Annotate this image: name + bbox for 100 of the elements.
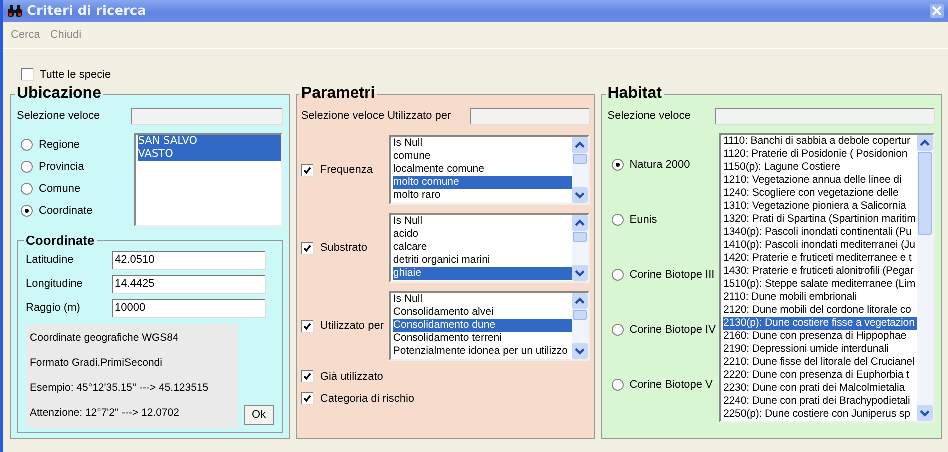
checkbox[interactable] (21, 68, 34, 81)
list-item[interactable]: 1150(p): Lagune Costiere (723, 161, 917, 174)
ok-button[interactable]: Ok (244, 405, 274, 425)
list-item[interactable]: molto raro (393, 189, 572, 202)
list-box[interactable]: Is Null comune localmente comune molto comune molto raro (389, 135, 590, 205)
field-label: Raggio (m) (26, 302, 82, 314)
list-item[interactable]: 1110: Banchi di sabbia a debole copertur (723, 135, 917, 148)
list-item[interactable]: 2230: Dune con prati dei Malcolmietalia (723, 382, 917, 395)
list-item[interactable]: 1340(p): Pascoli inondati continentali (Pu (723, 226, 917, 239)
list-item[interactable]: acido (393, 228, 572, 241)
radio-button[interactable] (612, 269, 624, 281)
list-item[interactable]: 2110: Dune mobili embrionali (723, 291, 917, 304)
list-item[interactable]: Is Null (393, 293, 572, 306)
input-field[interactable] (131, 108, 284, 124)
list-item[interactable]: Consolidamento dune (393, 319, 572, 332)
panel-title: Ubicazione (16, 85, 102, 103)
scroll-thumb[interactable] (572, 310, 587, 320)
checkbox[interactable] (301, 370, 314, 383)
field-label: Latitudine (26, 254, 75, 266)
field-label: Selezione veloce (17, 110, 100, 122)
panel-title: Habitat (606, 85, 663, 103)
input-field[interactable] (470, 108, 590, 124)
checkbox[interactable] (301, 164, 314, 176)
window-title: Criteri di ricerca (27, 4, 146, 18)
radio-button[interactable] (21, 183, 33, 195)
checkbox-label: Già utilizzato (320, 370, 384, 382)
list-item[interactable]: 1310: Vegetazione pioniera a Salicornia (723, 200, 917, 213)
list-box[interactable]: Is Null acido calcare detriti organici marini ghiaie (389, 213, 590, 283)
radio-label: Coordinate (39, 205, 93, 217)
radio-button[interactable] (612, 379, 624, 391)
close-icon[interactable] (930, 4, 944, 18)
scroll-down-icon (572, 265, 588, 281)
list-item[interactable]: 2210: Dune fisse del litorale del Crucianel (723, 356, 917, 369)
list-item[interactable]: 2220: Dune con presenza di Euphorbia t (723, 369, 917, 382)
list-item[interactable]: SAN SALVO (138, 135, 282, 148)
input-field[interactable] (715, 108, 935, 124)
list-item[interactable]: detriti organici marini (393, 254, 572, 267)
scroll-thumb[interactable] (918, 152, 932, 236)
checkbox-label: Substrato (320, 242, 368, 254)
checkbox[interactable] (301, 320, 314, 332)
list-item[interactable]: 2130(p): Dune costiere fisse a vegetazion (723, 317, 917, 330)
list-item[interactable]: Consolidamento terreni (393, 332, 572, 345)
list-item[interactable]: Potenzialmente idonea per un utilizzo (393, 345, 572, 358)
radio-button[interactable] (21, 205, 33, 217)
scroll-down-icon (572, 187, 588, 203)
scroll-up-icon (572, 137, 588, 153)
list-item[interactable]: 2120: Dune mobili del cordone litorale co (723, 304, 917, 317)
list-item[interactable]: localmente comune (393, 163, 572, 176)
list-item[interactable]: 1510(p): Steppe salate mediterranee (Lim (723, 278, 917, 291)
scroll-thumb[interactable] (572, 232, 587, 242)
scroll-up-icon (572, 215, 588, 231)
radio-label: Provincia (39, 161, 84, 173)
list-box[interactable]: SAN SALVO VASTO (134, 133, 284, 227)
list-item[interactable]: VASTO (138, 148, 282, 161)
input-field[interactable]: 10000 (112, 298, 266, 318)
scroll-down-icon (572, 343, 588, 359)
list-item[interactable]: 2240: Dune con prati dei Brachypodietali (723, 395, 917, 408)
radio-label: Eunis (630, 214, 658, 226)
checkbox[interactable] (301, 242, 314, 254)
panel-title: Parametri (300, 85, 376, 103)
list-item[interactable]: 2250(p): Dune costiere con Juniperus sp (723, 408, 917, 421)
list-item[interactable]: 2160: Dune con presenza di Hippophae (723, 330, 917, 343)
scroll-thumb[interactable] (572, 154, 587, 164)
list-item[interactable]: comune (393, 150, 572, 163)
radio-button[interactable] (612, 159, 624, 171)
list-item[interactable]: 1430: Praterie e fruticeti alonitrofili (Pegar (723, 265, 917, 278)
list-item[interactable]: calcare (393, 241, 572, 254)
list-item[interactable]: 1210: Vegetazione annua delle linee di (723, 174, 917, 187)
list-item[interactable]: 1120: Praterie di Posidonie ( Posidonion (723, 148, 917, 161)
list-item[interactable]: 1410(p): Pascoli inondati mediterranei (Ju (723, 239, 917, 252)
radio-label: Corine Biotope V (630, 379, 713, 391)
list-box[interactable] (719, 133, 935, 423)
radio-label: Corine Biotope IV (630, 324, 716, 336)
list-item[interactable]: 1240: Scogliere con vegetazione delle (723, 187, 917, 200)
input-field[interactable]: 14.4425 (112, 274, 266, 294)
checkbox-label: Frequenza (320, 164, 373, 176)
radio-button[interactable] (612, 324, 624, 336)
radio-button[interactable] (612, 214, 624, 226)
list-item[interactable]: ghiaie (393, 267, 572, 280)
radio-button[interactable] (21, 139, 33, 151)
list-item[interactable]: 2190: Depressioni umide interdunali (723, 343, 917, 356)
scroll-up-icon (917, 135, 933, 151)
field-label: Selezione veloce (608, 110, 691, 122)
list-item[interactable]: molto comune (393, 176, 572, 189)
checkbox-label: Categoria di rischio (320, 392, 415, 404)
info-text: Formato Gradi.PrimiSecondi (30, 356, 164, 371)
list-item[interactable]: Consolidamento alvei (393, 306, 572, 319)
radio-button[interactable] (21, 161, 33, 173)
list-item[interactable]: Is Null (393, 215, 572, 228)
list-item[interactable]: Is Null (393, 137, 572, 150)
field-label: Longitudine (26, 278, 84, 290)
field-label: Selezione veloce Utilizzato per (301, 110, 452, 122)
binoculars-icon (7, 4, 23, 18)
list-item[interactable]: 1420: Praterie e fruticeti mediterranee e t (723, 252, 917, 265)
radio-label: Corine Biotope III (630, 269, 715, 281)
checkbox-label: Tutte le specie (40, 68, 112, 80)
checkbox[interactable] (301, 392, 314, 405)
list-box[interactable]: Is Null Consolidamento alvei Consolidamento dune Consolidamento terreni Potenzialmente idonea per un utilizzo (389, 291, 590, 361)
input-field[interactable]: 42.0510 (112, 250, 266, 270)
list-item[interactable]: 1320: Prati di Spartina (Spartinion maritim (723, 213, 917, 226)
